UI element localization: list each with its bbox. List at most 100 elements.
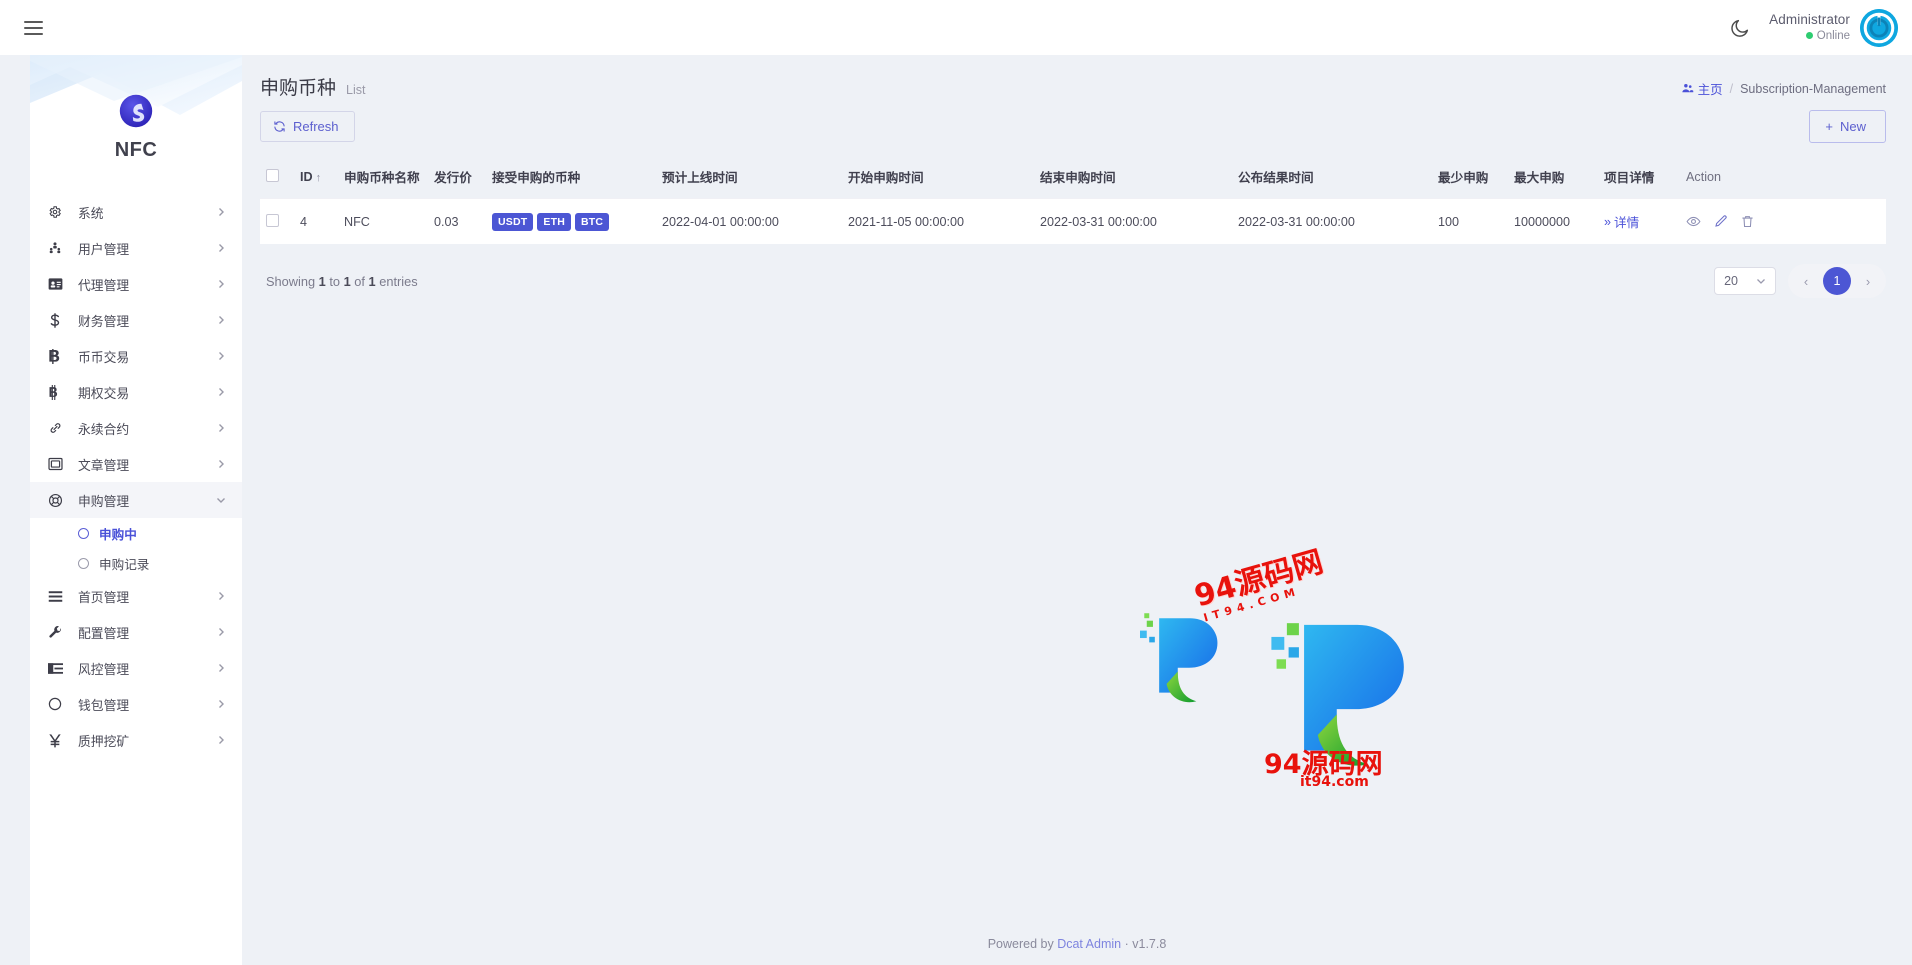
showing-entries: Showing 1 to 1 of 1 entries xyxy=(266,274,418,289)
sidebar-item-coin-trade[interactable]: 币币交易 xyxy=(30,338,242,374)
detail-chevron-icon: » xyxy=(1604,214,1612,229)
sidebar-item-staking-mining[interactable]: 质押挖矿 xyxy=(30,722,242,758)
chevron-right-icon xyxy=(219,316,224,324)
showing-suffix: entries xyxy=(379,273,418,289)
sidebar-subitem-label: 申购记录 xyxy=(99,557,150,572)
column-header-name[interactable]: 申购币种名称 xyxy=(338,157,428,199)
row-checkbox[interactable] xyxy=(266,213,279,227)
sidebar-item-subscription-management[interactable]: 申购管理 xyxy=(30,482,242,518)
sidebar-item-homepage-management[interactable]: 首页管理 xyxy=(30,578,242,614)
cell-price: 0.03 xyxy=(428,198,486,244)
sidebar-item-label: 期权交易 xyxy=(78,385,130,401)
refresh-button[interactable]: Refresh xyxy=(260,111,355,142)
lifebuoy-icon xyxy=(48,493,70,508)
sidebar-item-label: 质押挖矿 xyxy=(78,733,130,749)
breadcrumb-home-label: 主页 xyxy=(1697,83,1723,97)
pencil-edit-icon[interactable] xyxy=(1713,214,1728,229)
moon-icon[interactable] xyxy=(1729,17,1751,39)
list-indent-icon xyxy=(48,662,70,675)
page-buttons: ‹ 1 › xyxy=(1788,264,1886,298)
footer-dot: · xyxy=(1124,937,1129,951)
sidebar-subitem-in-subscription[interactable]: 申购中 xyxy=(30,518,242,548)
breadcrumb-home[interactable]: 主页 xyxy=(1681,79,1723,98)
prev-page-button[interactable]: ‹ xyxy=(1793,268,1819,294)
new-button[interactable]: + New xyxy=(1809,110,1886,143)
pagination: 20 ‹ 1 › xyxy=(1714,264,1886,298)
yen-icon xyxy=(48,733,70,748)
sidebar-item-perpetual-contract[interactable]: 永续合约 xyxy=(30,410,242,446)
cell-id: 4 xyxy=(294,198,338,244)
page-number-1[interactable]: 1 xyxy=(1823,267,1851,295)
showing-mid: to xyxy=(329,273,341,289)
chevron-right-icon xyxy=(219,424,224,432)
column-header-accepted[interactable]: 接受申购的币种 xyxy=(486,157,656,199)
detail-link[interactable]: » 详情 xyxy=(1604,212,1639,231)
sidebar-submenu-subscription: 申购中 申购记录 xyxy=(30,518,242,578)
grid-table-wrapper: ID ↑ 申购币种名称 发行价 接受申购的币种 预计上线时间 开始申购时间 结束申… xyxy=(242,143,1912,244)
sidebar-item-user-management[interactable]: 用户管理 xyxy=(30,230,242,266)
column-header-detail[interactable]: 项目详情 xyxy=(1598,157,1680,199)
user-menu[interactable]: Administrator Online xyxy=(1769,8,1898,47)
column-header-id[interactable]: ID ↑ xyxy=(294,157,338,199)
sidebar-item-label: 钱包管理 xyxy=(78,697,130,713)
sidebar-item-label: 币币交易 xyxy=(78,349,130,365)
hamburger-bar xyxy=(23,20,43,23)
chevron-right-icon xyxy=(219,664,224,672)
coin-badge-btc: BTC xyxy=(575,212,610,231)
hamburger-menu-icon[interactable] xyxy=(16,11,50,45)
column-header-price[interactable]: 发行价 xyxy=(428,157,486,199)
avatar-power-icon xyxy=(1860,8,1898,47)
brand-name: NFC xyxy=(114,139,158,161)
footer-version: v1.7.8 xyxy=(1132,937,1167,951)
per-page-select[interactable]: 20 xyxy=(1714,267,1776,295)
detail-link-label: 详情 xyxy=(1614,216,1640,230)
breadcrumb: 主页 / Subscription-Management xyxy=(1681,73,1886,98)
column-header-end-time[interactable]: 结束申购时间 xyxy=(1034,157,1232,199)
column-header-min[interactable]: 最少申购 xyxy=(1432,157,1508,199)
sidebar-item-agent-management[interactable]: 代理管理 xyxy=(30,266,242,302)
brand[interactable]: NFC xyxy=(30,55,242,162)
sidebar-subitem-subscription-records[interactable]: 申购记录 xyxy=(30,548,242,578)
sidebar-item-label: 永续合约 xyxy=(78,421,130,437)
cell-max: 10000000 xyxy=(1508,198,1598,244)
cell-actions xyxy=(1680,198,1886,244)
id-card-icon xyxy=(48,277,70,291)
grid-body: 4 NFC 0.03 USDT ETH BTC 2022-04-01 00:00:0… xyxy=(260,198,1886,244)
navbar-left-group xyxy=(0,11,50,45)
users-icon xyxy=(48,241,70,255)
image-icon xyxy=(48,457,70,471)
sidebar-item-label: 系统 xyxy=(78,205,104,221)
footer-brand-link[interactable]: Dcat Admin xyxy=(1057,937,1121,951)
column-header-start-time[interactable]: 开始申购时间 xyxy=(842,157,1034,199)
breadcrumb-current[interactable]: Subscription-Management xyxy=(1740,82,1886,96)
sidebar-item-config-management[interactable]: 配置管理 xyxy=(30,614,242,650)
radio-circle-icon xyxy=(78,527,89,539)
chevron-right-icon xyxy=(219,736,224,744)
online-dot-icon xyxy=(1805,32,1813,40)
grid-toolbar: Refresh + New xyxy=(242,100,1912,143)
sidebar-item-wallet-management[interactable]: 钱包管理 xyxy=(30,686,242,722)
sidebar-item-article-management[interactable]: 文章管理 xyxy=(30,446,242,482)
cell-online-time: 2022-04-01 00:00:00 xyxy=(656,198,842,244)
select-all-checkbox[interactable] xyxy=(266,168,279,182)
trash-delete-icon[interactable] xyxy=(1740,214,1755,229)
sidebar-item-options-trade[interactable]: 期权交易 xyxy=(30,374,242,410)
next-page-button[interactable]: › xyxy=(1855,268,1881,294)
cell-start-time: 2021-11-05 00:00:00 xyxy=(842,198,1034,244)
table-row[interactable]: 4 NFC 0.03 USDT ETH BTC 2022-04-01 00:00:0… xyxy=(260,198,1886,244)
chevron-down-icon xyxy=(217,498,225,503)
navbar-right-group: Administrator Online xyxy=(1729,8,1912,47)
column-header-result-time[interactable]: 公布结果时间 xyxy=(1232,157,1432,199)
column-header-max[interactable]: 最大申购 xyxy=(1508,157,1598,199)
chevron-right-icon xyxy=(219,280,224,288)
sidebar-item-label: 风控管理 xyxy=(78,661,130,677)
eye-view-icon[interactable] xyxy=(1686,214,1701,229)
column-header-online-time[interactable]: 预计上线时间 xyxy=(656,157,842,199)
sidebar-item-finance-management[interactable]: 财务管理 xyxy=(30,302,242,338)
showing-total: 1 xyxy=(368,273,376,289)
avatar[interactable] xyxy=(1860,8,1898,47)
sidebar-item-label: 文章管理 xyxy=(78,457,130,473)
sidebar-item-system[interactable]: 系统 xyxy=(30,194,242,230)
grid-head: ID ↑ 申购币种名称 发行价 接受申购的币种 预计上线时间 开始申购时间 结束申… xyxy=(260,157,1886,199)
sidebar-item-risk-management[interactable]: 风控管理 xyxy=(30,650,242,686)
